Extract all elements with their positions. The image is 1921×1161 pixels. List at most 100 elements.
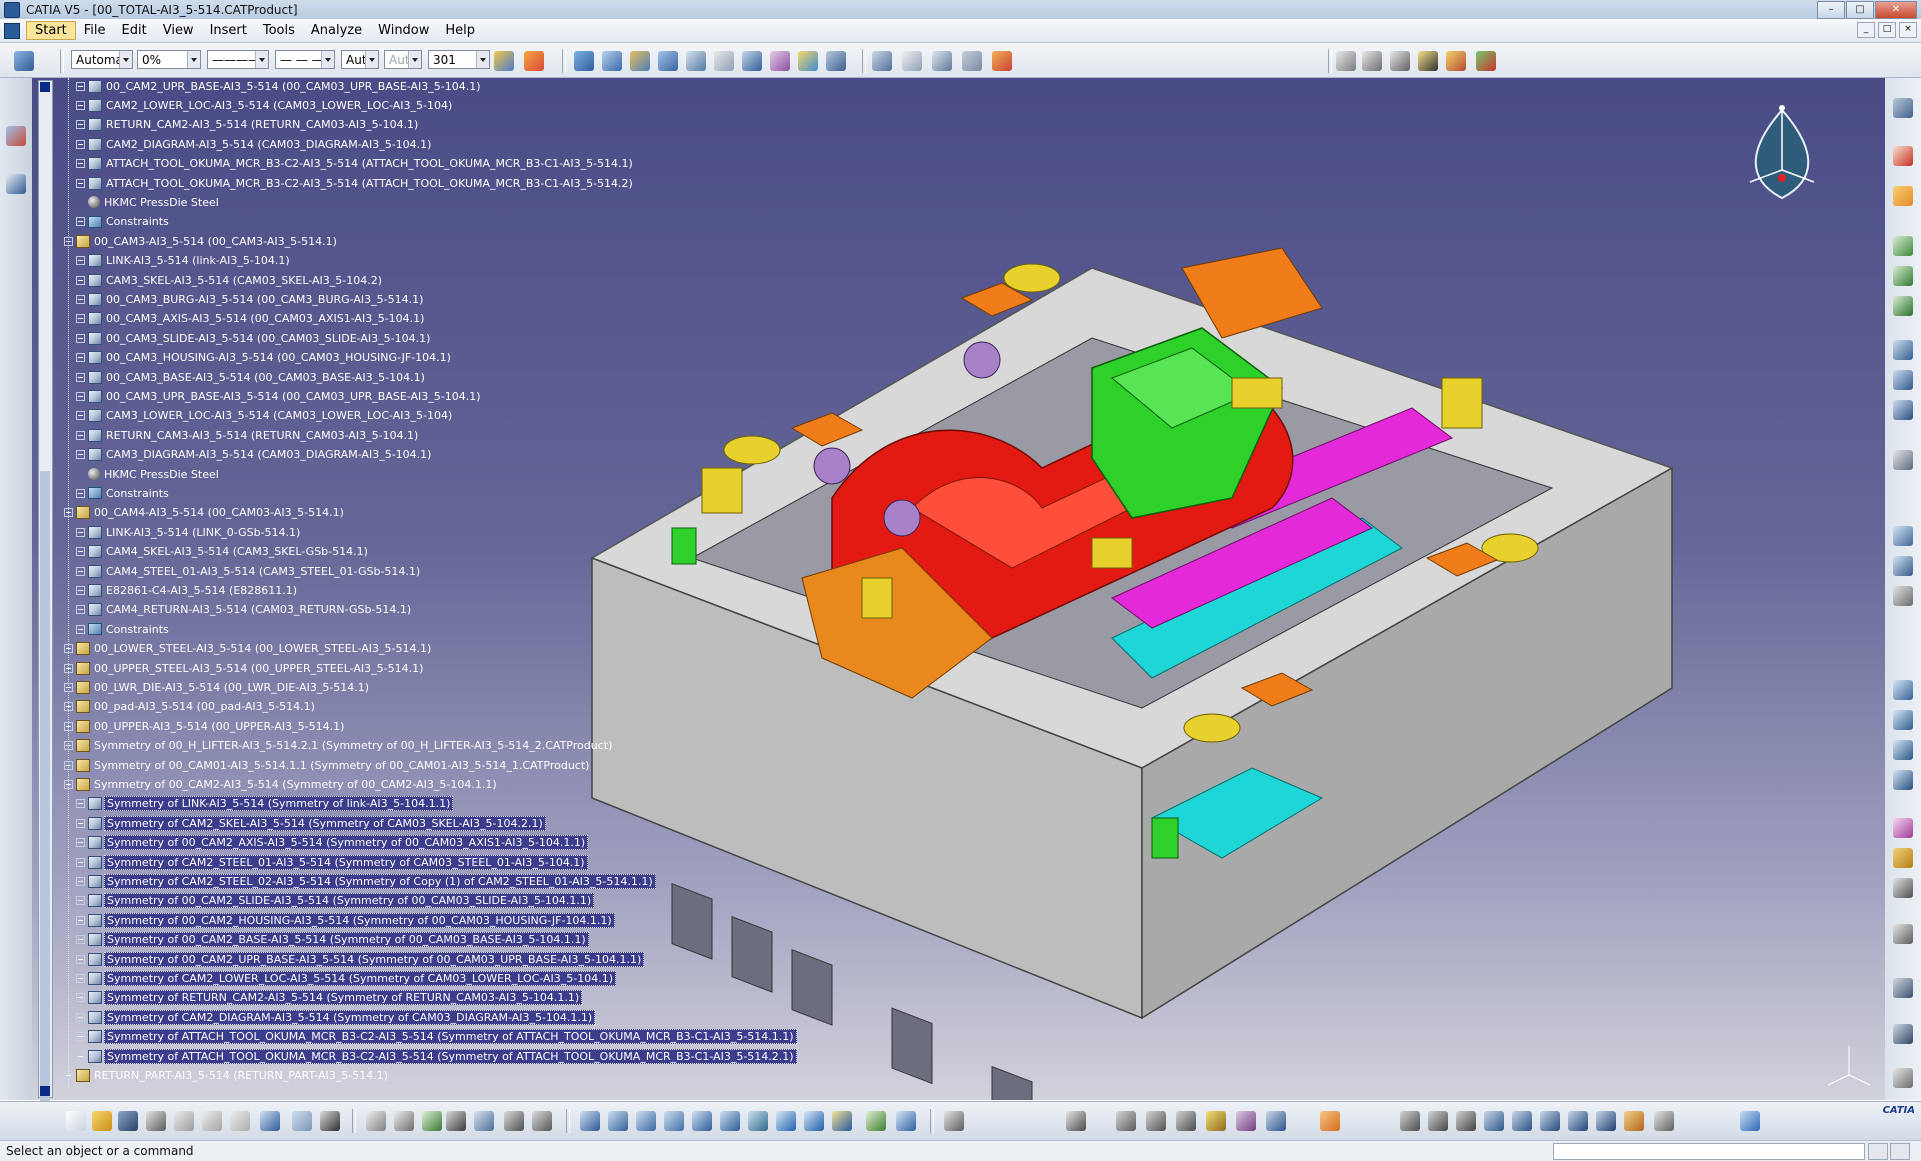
tree-node[interactable]: Symmetry of ATTACH_TOOL_OKUMA_MCR_B3-C2-… — [76, 1029, 797, 1045]
menu-tools[interactable]: Tools — [255, 23, 303, 38]
tree-node[interactable]: HKMC PressDie Steel — [76, 194, 221, 210]
tree-node[interactable]: Symmetry of 00_CAM2_AXIS-AI3_5-514 (Symm… — [76, 835, 589, 851]
scene-icon[interactable] — [1893, 680, 1913, 700]
tree-node[interactable]: 00_CAM3_AXIS-AI3_5-514 (00_CAM03_AXIS1-A… — [76, 311, 426, 327]
tree-node[interactable]: 00_CAM3-AI3_5-514 (00_CAM3-AI3_5-514.1) — [64, 233, 339, 249]
pdf-icon[interactable] — [1893, 146, 1913, 166]
iso-view-icon[interactable] — [804, 1111, 824, 1131]
command-button-1[interactable] — [1868, 1143, 1888, 1160]
shading-icon[interactable] — [832, 1111, 852, 1131]
flag-note-icon[interactable] — [932, 51, 952, 71]
minimize-button[interactable]: – — [1817, 1, 1845, 19]
axis-system-icon[interactable] — [944, 1111, 964, 1131]
expand-icon[interactable] — [76, 566, 85, 576]
expand-icon[interactable] — [76, 624, 85, 634]
rule-icon[interactable] — [422, 1111, 442, 1131]
tree-node[interactable]: Symmetry of 00_CAM2_HOUSING-AI3_5-514 (S… — [76, 912, 615, 928]
tree-node[interactable]: 00_CAM2_UPR_BASE-AI3_5-514 (00_CAM03_UPR… — [76, 78, 483, 94]
tree-node[interactable]: 00_UPPER_STEEL-AI3_5-514 (00_UPPER_STEEL… — [64, 660, 425, 676]
tree-node[interactable]: CAM3_DIAGRAM-AI3_5-514 (CAM03_DIAGRAM-AI… — [76, 447, 433, 463]
knowledge-icon[interactable] — [394, 1111, 414, 1131]
tree-node[interactable]: 00_UPPER-AI3_5-514 (00_UPPER-AI3_5-514.1… — [64, 718, 346, 734]
tree-node[interactable]: E82861-C4-AI3_5-514 (E828611.1) — [76, 582, 299, 598]
assembly-constraint-icon[interactable] — [574, 51, 594, 71]
stamp-icon[interactable] — [1456, 1111, 1476, 1131]
bom-icon[interactable] — [1336, 51, 1356, 71]
expand-icon[interactable] — [76, 605, 85, 615]
menu-file[interactable]: File — [76, 23, 114, 38]
pencil-icon[interactable] — [1206, 1111, 1226, 1131]
existing-component-icon[interactable] — [658, 51, 678, 71]
swap-visible-space-icon[interactable] — [896, 1111, 916, 1131]
expand-icon[interactable] — [76, 294, 85, 304]
table-icon[interactable] — [446, 1111, 466, 1131]
expand-icon[interactable] — [76, 159, 85, 169]
sketch-icon[interactable] — [6, 126, 26, 146]
graph-tree-reorder-icon[interactable] — [714, 51, 734, 71]
eraser-icon[interactable] — [1740, 1111, 1760, 1131]
contact-constraint-icon[interactable] — [1893, 370, 1913, 390]
tree-node[interactable]: CAM2_LOWER_LOC-AI3_5-514 (CAM03_LOWER_LO… — [76, 97, 454, 113]
generate-numbering-icon[interactable] — [742, 51, 762, 71]
graphic-properties-icon[interactable] — [524, 51, 544, 71]
expand-icon[interactable] — [76, 353, 85, 363]
tree-node[interactable]: CAM3_LOWER_LOC-AI3_5-514 (CAM03_LOWER_LO… — [76, 408, 454, 424]
expand-icon[interactable] — [76, 81, 85, 91]
expand-icon[interactable] — [76, 527, 85, 537]
undo-icon[interactable] — [260, 1111, 280, 1131]
expand-icon[interactable] — [76, 333, 85, 343]
tree-node[interactable]: CAM4_SKEL-AI3_5-514 (CAM3_SKEL-GSb-514.1… — [76, 544, 370, 560]
analysis-icon[interactable] — [1893, 924, 1913, 944]
menu-edit[interactable]: Edit — [114, 23, 155, 38]
menu-view[interactable]: View — [155, 23, 202, 38]
expand-icon[interactable] — [76, 585, 85, 595]
tree-node[interactable]: Constraints — [76, 485, 171, 501]
tool-options-icon[interactable] — [1654, 1111, 1674, 1131]
select-arrow-icon[interactable] — [1893, 186, 1913, 206]
reuse-pattern-icon[interactable] — [1893, 586, 1913, 606]
hide-show-icon[interactable] — [866, 1111, 886, 1131]
color-select[interactable]: Automa — [71, 50, 133, 69]
copy-icon[interactable] — [202, 1111, 222, 1131]
tree-node[interactable]: Symmetry of CAM2_DIAGRAM-AI3_5-514 (Symm… — [76, 1009, 596, 1025]
sectioning-icon[interactable] — [1893, 1024, 1913, 1044]
new-file-icon[interactable] — [66, 1111, 86, 1131]
doc-restore-button[interactable]: □ — [1878, 22, 1896, 38]
menu-help[interactable]: Help — [437, 23, 483, 38]
tree-node[interactable]: RETURN_CAM3-AI3_5-514 (RETURN_CAM03-AI3_… — [76, 427, 420, 443]
zoom-in-icon[interactable] — [692, 1111, 712, 1131]
parameters-icon[interactable] — [532, 1111, 552, 1131]
rotate-icon[interactable] — [664, 1111, 684, 1131]
expand-icon[interactable] — [76, 178, 85, 188]
mechanism-icon[interactable] — [1146, 1111, 1166, 1131]
tree-node[interactable]: Symmetry of 00_CAM01-AI3_5-514.1.1 (Symm… — [64, 757, 591, 773]
close-button[interactable]: ✕ — [1875, 1, 1917, 19]
tree-node[interactable]: ATTACH_TOOL_OKUMA_MCR_B3-C2-AI3_5-514 (A… — [76, 156, 635, 172]
measure-icon[interactable] — [872, 51, 892, 71]
tree-node[interactable]: 00_CAM3_HOUSING-AI3_5-514 (00_CAM03_HOUS… — [76, 350, 453, 366]
tree-node[interactable]: LINK-AI3_5-514 (LINK_0-GSb-514.1) — [76, 524, 302, 540]
lock-icon[interactable] — [504, 1111, 524, 1131]
manipulation-icon[interactable] — [798, 51, 818, 71]
clash-icon[interactable] — [992, 51, 1012, 71]
replace-component-icon[interactable] — [686, 51, 706, 71]
fly-mode-icon[interactable] — [580, 1111, 600, 1131]
document-icon[interactable] — [4, 22, 20, 39]
insert-part-icon[interactable] — [1893, 266, 1913, 286]
tree-node[interactable]: Symmetry of 00_CAM2-AI3_5-514 (Symmetry … — [64, 776, 499, 792]
expand-icon[interactable] — [76, 256, 85, 266]
menu-start[interactable]: Start — [26, 21, 76, 40]
print-icon[interactable] — [146, 1111, 166, 1131]
tree-node[interactable]: 00_CAM3_BASE-AI3_5-514 (00_CAM03_BASE-AI… — [76, 369, 427, 385]
menu-insert[interactable]: Insert — [202, 23, 255, 38]
workbench-icon[interactable] — [1893, 98, 1913, 118]
expand-icon[interactable] — [76, 430, 85, 440]
command-input[interactable] — [1553, 1143, 1865, 1160]
tree-node[interactable]: 00_CAM3_SLIDE-AI3_5-514 (00_CAM03_SLIDE-… — [76, 330, 432, 346]
whats-this-icon[interactable] — [320, 1111, 340, 1131]
section-icon[interactable] — [962, 51, 982, 71]
doc-close-button[interactable]: × — [1899, 22, 1917, 38]
clash-detection-icon[interactable] — [1893, 978, 1913, 998]
tree-node[interactable]: Symmetry of 00_CAM2_BASE-AI3_5-514 (Symm… — [76, 932, 589, 948]
export-icon[interactable] — [1446, 51, 1466, 71]
